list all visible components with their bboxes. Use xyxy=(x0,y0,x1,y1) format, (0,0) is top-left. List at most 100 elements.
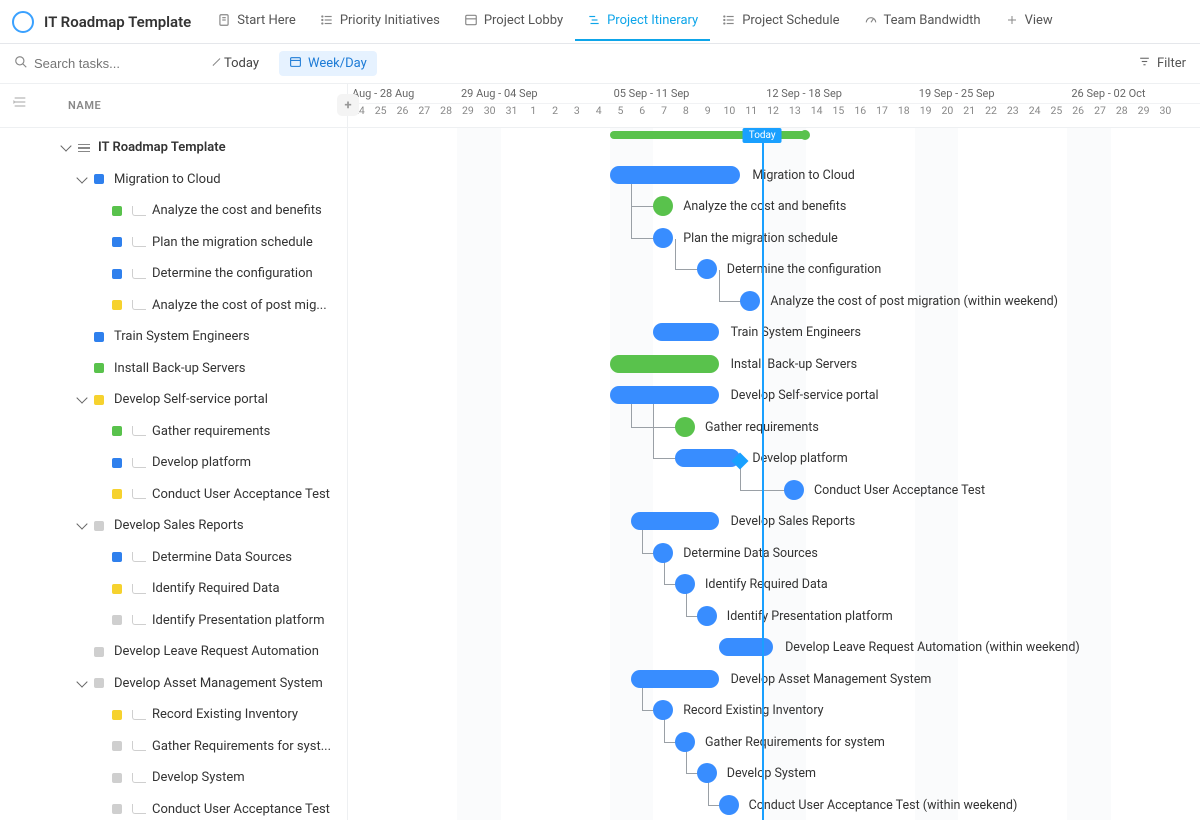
task-row[interactable]: Analyze the cost and benefits xyxy=(0,195,347,227)
task-row[interactable]: Develop platform xyxy=(0,447,347,479)
gantt-dot[interactable] xyxy=(697,606,717,626)
task-row[interactable]: Develop Asset Management System xyxy=(0,668,347,700)
filter-button[interactable]: Filter xyxy=(1138,55,1186,72)
day-cell: 25 xyxy=(1046,104,1068,127)
gantt-bar-label: Develop Asset Management System xyxy=(731,672,932,687)
gantt-bar[interactable] xyxy=(610,355,719,373)
task-row[interactable]: Identify Required Data xyxy=(0,573,347,605)
tab-project-lobby[interactable]: Project Lobby xyxy=(452,3,575,41)
gantt-row: Develop Leave Request Automation (within… xyxy=(348,632,1200,664)
tab-project-schedule[interactable]: Project Schedule xyxy=(710,3,851,41)
gantt-bar[interactable] xyxy=(631,670,718,688)
day-cell: 15 xyxy=(828,104,850,127)
task-row[interactable]: Migration to Cloud xyxy=(0,164,347,196)
collapse-panel-icon[interactable] xyxy=(12,94,28,114)
gantt-dot-label: Determine the configuration xyxy=(727,262,882,277)
gantt-bar[interactable] xyxy=(675,449,740,467)
gantt-row: Gather requirements xyxy=(348,412,1200,444)
gantt-dot[interactable] xyxy=(740,291,760,311)
task-row[interactable]: Train System Engineers xyxy=(0,321,347,353)
caret-icon[interactable] xyxy=(76,676,87,687)
day-cell: 21 xyxy=(958,104,980,127)
caret-icon[interactable] xyxy=(76,519,87,530)
gantt-bar[interactable] xyxy=(719,638,774,656)
tab-project-itinerary[interactable]: Project Itinerary xyxy=(575,3,710,41)
status-square-icon xyxy=(94,647,104,657)
day-cell: 14 xyxy=(806,104,828,127)
gantt-row: Migration to Cloud xyxy=(348,160,1200,192)
tab-label: Priority Initiatives xyxy=(340,13,440,28)
tab-view[interactable]: View xyxy=(993,3,1065,41)
task-label: Determine Data Sources xyxy=(152,550,292,565)
task-row[interactable]: Develop System xyxy=(0,762,347,794)
task-row[interactable]: Gather Requirements for syst... xyxy=(0,731,347,763)
caret-icon[interactable] xyxy=(76,393,87,404)
tab-start-here[interactable]: Start Here xyxy=(205,3,308,41)
gantt-bar[interactable] xyxy=(631,512,718,530)
gantt-dot[interactable] xyxy=(697,763,717,783)
gantt-dot[interactable] xyxy=(675,417,695,437)
task-label: Plan the migration schedule xyxy=(152,235,313,250)
tab-priority-initiatives[interactable]: Priority Initiatives xyxy=(308,3,452,41)
gantt-dot[interactable] xyxy=(653,228,673,248)
task-label: Determine the configuration xyxy=(152,266,313,281)
task-label: Identify Presentation platform xyxy=(152,613,325,628)
today-flag: Today xyxy=(743,128,782,143)
day-header: 2425262728293031123456789101112131415161… xyxy=(348,104,1200,128)
tab-label: View xyxy=(1025,13,1053,28)
gantt-row: Analyze the cost and benefits xyxy=(348,191,1200,223)
gantt-bar[interactable] xyxy=(653,323,718,341)
gantt-dot[interactable] xyxy=(784,480,804,500)
gantt-panel: Aug - 28 Aug29 Aug - 04 Sep05 Sep - 11 S… xyxy=(348,84,1200,820)
day-cell: 1 xyxy=(522,104,544,127)
day-cell: 7 xyxy=(653,104,675,127)
search-input[interactable] xyxy=(34,56,210,71)
status-square-icon xyxy=(112,426,122,436)
task-row[interactable]: Develop Sales Reports xyxy=(0,510,347,542)
day-cell: 24 xyxy=(1024,104,1046,127)
task-row[interactable]: Develop Self-service portal xyxy=(0,384,347,416)
day-cell: 31 xyxy=(501,104,523,127)
gantt-row: Determine the configuration xyxy=(348,254,1200,286)
week-cell: 29 Aug - 04 Sep xyxy=(457,84,610,103)
task-row[interactable]: Determine Data Sources xyxy=(0,542,347,574)
gantt-bar[interactable] xyxy=(610,166,741,184)
gantt-dot[interactable] xyxy=(697,259,717,279)
status-square-icon xyxy=(94,174,104,184)
main: NAME + IT Roadmap TemplateMigration to C… xyxy=(0,84,1200,820)
gantt-dot[interactable] xyxy=(653,196,673,216)
task-row[interactable]: Identify Presentation platform xyxy=(0,605,347,637)
gantt-dot[interactable] xyxy=(675,574,695,594)
caret-icon[interactable] xyxy=(76,172,87,183)
gantt-row: Gather Requirements for system xyxy=(348,727,1200,759)
subtask-icon xyxy=(132,206,146,216)
task-label: Develop Asset Management System xyxy=(114,676,323,691)
task-row[interactable]: Gather requirements xyxy=(0,416,347,448)
task-row[interactable]: Determine the configuration xyxy=(0,258,347,290)
gantt-bar[interactable] xyxy=(610,386,719,404)
gantt-body[interactable]: TodayMigration to CloudAnalyze the cost … xyxy=(348,128,1200,820)
gantt-dot[interactable] xyxy=(675,732,695,752)
gantt-bar-label: Develop Self-service portal xyxy=(731,388,879,403)
gantt-row: Develop Asset Management System xyxy=(348,664,1200,696)
task-row[interactable]: Plan the migration schedule xyxy=(0,227,347,259)
task-row[interactable]: Develop Leave Request Automation xyxy=(0,636,347,668)
gantt-dot[interactable] xyxy=(653,543,673,563)
task-row[interactable]: Record Existing Inventory xyxy=(0,699,347,731)
task-row[interactable]: Conduct User Acceptance Test xyxy=(0,479,347,511)
task-row[interactable]: IT Roadmap Template xyxy=(0,132,347,164)
day-cell: 19 xyxy=(915,104,937,127)
task-row[interactable]: Install Back-up Servers xyxy=(0,353,347,385)
task-row[interactable]: Analyze the cost of post mig... xyxy=(0,290,347,322)
today-button[interactable]: Today xyxy=(216,52,267,75)
gantt-row: Determine Data Sources xyxy=(348,538,1200,570)
caret-icon[interactable] xyxy=(60,141,71,152)
task-label: Analyze the cost of post mig... xyxy=(152,298,327,313)
add-task-button[interactable]: + xyxy=(337,94,359,116)
task-row[interactable]: Conduct User Acceptance Test xyxy=(0,794,347,825)
gantt-row: Identify Presentation platform xyxy=(348,601,1200,633)
gantt-dot-label: Analyze the cost of post migration (with… xyxy=(770,294,1058,309)
tab-team-bandwidth[interactable]: Team Bandwidth xyxy=(852,3,993,41)
range-pill[interactable]: Week/Day xyxy=(279,51,377,76)
gantt-dot[interactable] xyxy=(719,795,739,815)
